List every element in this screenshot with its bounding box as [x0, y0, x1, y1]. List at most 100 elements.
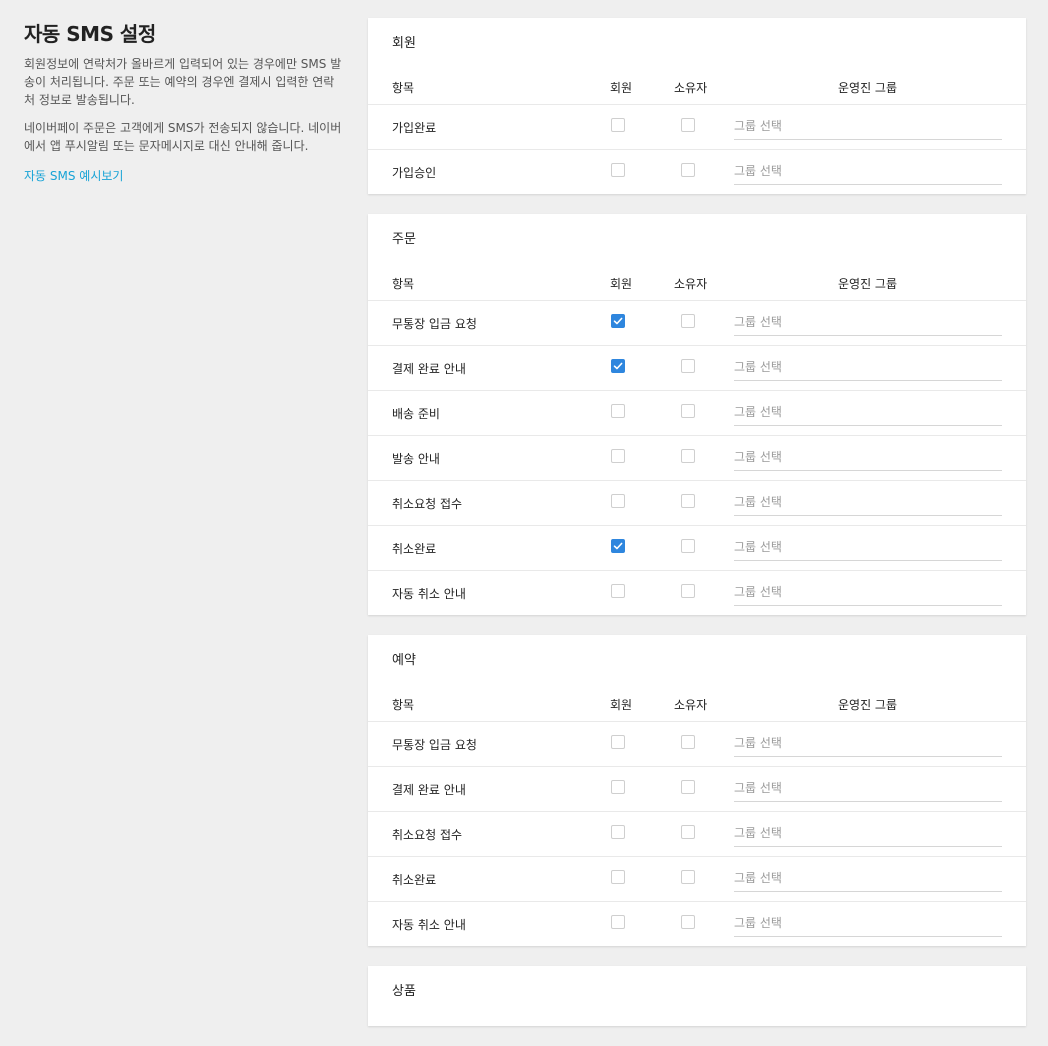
owner-checkbox[interactable] — [681, 359, 695, 373]
group-select[interactable]: 그룹 선택 — [734, 822, 1002, 847]
section-card: 주문 항목 회원 소유자 운영진 그룹 무통장 입금 요청 그룹 선택 결제 완료 안내 그룹 … — [368, 214, 1026, 615]
column-header-item: 항목 — [392, 81, 415, 95]
owner-checkbox[interactable] — [681, 870, 695, 884]
table-row: 취소요청 접수 그룹 선택 — [368, 812, 1026, 857]
description-contact: 회원정보에 연락처가 올바르게 입력되어 있는 경우에만 SMS 발송이 처리됩… — [24, 57, 342, 107]
member-checkbox[interactable] — [611, 780, 625, 794]
owner-checkbox[interactable] — [681, 404, 695, 418]
table-header: 항목 회원 소유자 운영진 그룹 — [368, 260, 1026, 301]
left-panel: 자동 SMS 설정 회원정보에 연락처가 올바르게 입력되어 있는 경우에만 S… — [24, 18, 344, 184]
owner-checkbox[interactable] — [681, 915, 695, 929]
row-label: 자동 취소 안내 — [392, 587, 466, 601]
group-select[interactable]: 그룹 선택 — [734, 356, 1002, 381]
row-label: 발송 안내 — [392, 452, 440, 466]
group-select[interactable]: 그룹 선택 — [734, 732, 1002, 757]
row-label: 취소완료 — [392, 873, 437, 887]
column-header-member: 회원 — [610, 698, 633, 712]
section-card: 회원 항목 회원 소유자 운영진 그룹 가입완료 그룹 선택 가입승인 그룹 선택 — [368, 18, 1026, 194]
row-label: 결제 완료 안내 — [392, 783, 466, 797]
table-row: 가입승인 그룹 선택 — [368, 150, 1026, 194]
row-label: 배송 준비 — [392, 407, 440, 421]
group-select[interactable]: 그룹 선택 — [734, 536, 1002, 561]
member-checkbox[interactable] — [611, 735, 625, 749]
section-card: 상품 — [368, 966, 1026, 1026]
description-naverpay: 네이버페이 주문은 고객에게 SMS가 전송되지 않습니다. 네이버에서 앱 푸… — [24, 121, 342, 153]
owner-checkbox[interactable] — [681, 449, 695, 463]
group-select[interactable]: 그룹 선택 — [734, 160, 1002, 185]
member-checkbox[interactable] — [611, 539, 625, 553]
owner-checkbox[interactable] — [681, 780, 695, 794]
row-label: 취소요청 접수 — [392, 497, 463, 511]
owner-checkbox[interactable] — [681, 494, 695, 508]
group-select[interactable]: 그룹 선택 — [734, 867, 1002, 892]
table-row: 자동 취소 안내 그룹 선택 — [368, 902, 1026, 946]
member-checkbox[interactable] — [611, 584, 625, 598]
table-row: 발송 안내 그룹 선택 — [368, 436, 1026, 481]
member-checkbox[interactable] — [611, 915, 625, 929]
owner-checkbox[interactable] — [681, 735, 695, 749]
row-label: 무통장 입금 요청 — [392, 738, 477, 752]
section-title: 회원 — [392, 36, 416, 51]
group-select[interactable]: 그룹 선택 — [734, 912, 1002, 937]
group-select[interactable]: 그룹 선택 — [734, 581, 1002, 606]
member-checkbox[interactable] — [611, 118, 625, 132]
group-select[interactable]: 그룹 선택 — [734, 446, 1002, 471]
owner-checkbox[interactable] — [681, 118, 695, 132]
table-row: 결제 완료 안내 그룹 선택 — [368, 767, 1026, 812]
section-card: 예약 항목 회원 소유자 운영진 그룹 무통장 입금 요청 그룹 선택 결제 완료 안내 그룹 … — [368, 635, 1026, 946]
section-title: 주문 — [392, 232, 416, 247]
row-label: 취소요청 접수 — [392, 828, 463, 842]
member-checkbox[interactable] — [611, 870, 625, 884]
table-row: 취소완료 그룹 선택 — [368, 526, 1026, 571]
table-header: 항목 회원 소유자 운영진 그룹 — [368, 64, 1026, 105]
table-row: 무통장 입금 요청 그룹 선택 — [368, 722, 1026, 767]
column-header-group: 운영진 그룹 — [838, 277, 898, 291]
group-select[interactable]: 그룹 선택 — [734, 115, 1002, 140]
table-header: 항목 회원 소유자 운영진 그룹 — [368, 681, 1026, 722]
member-checkbox[interactable] — [611, 404, 625, 418]
table-row: 결제 완료 안내 그룹 선택 — [368, 346, 1026, 391]
check-icon — [613, 542, 623, 550]
table-row: 무통장 입금 요청 그룹 선택 — [368, 301, 1026, 346]
section-title: 상품 — [392, 984, 416, 999]
row-label: 자동 취소 안내 — [392, 918, 466, 932]
owner-checkbox[interactable] — [681, 825, 695, 839]
owner-checkbox[interactable] — [681, 314, 695, 328]
check-icon — [613, 317, 623, 325]
column-header-owner: 소유자 — [674, 277, 708, 291]
column-header-item: 항목 — [392, 698, 415, 712]
row-label: 가입승인 — [392, 166, 437, 180]
member-checkbox[interactable] — [611, 825, 625, 839]
page-title: 자동 SMS 설정 — [24, 22, 156, 46]
member-checkbox[interactable] — [611, 163, 625, 177]
table-row: 취소완료 그룹 선택 — [368, 857, 1026, 902]
member-checkbox[interactable] — [611, 449, 625, 463]
column-header-owner: 소유자 — [674, 81, 708, 95]
table-row: 가입완료 그룹 선택 — [368, 105, 1026, 150]
group-select[interactable]: 그룹 선택 — [734, 491, 1002, 516]
member-checkbox[interactable] — [611, 314, 625, 328]
owner-checkbox[interactable] — [681, 584, 695, 598]
group-select[interactable]: 그룹 선택 — [734, 401, 1002, 426]
table-row: 자동 취소 안내 그룹 선택 — [368, 571, 1026, 615]
column-header-owner: 소유자 — [674, 698, 708, 712]
row-label: 취소완료 — [392, 542, 437, 556]
table-row: 배송 준비 그룹 선택 — [368, 391, 1026, 436]
column-header-member: 회원 — [610, 277, 633, 291]
table-row: 취소요청 접수 그룹 선택 — [368, 481, 1026, 526]
sms-preview-link[interactable]: 자동 SMS 예시보기 — [24, 167, 123, 184]
settings-panel: 회원 항목 회원 소유자 운영진 그룹 가입완료 그룹 선택 가입승인 그룹 선택 주문 항목 회원 소… — [368, 18, 1026, 1046]
row-label: 결제 완료 안내 — [392, 362, 466, 376]
member-checkbox[interactable] — [611, 359, 625, 373]
row-label: 무통장 입금 요청 — [392, 317, 477, 331]
column-header-group: 운영진 그룹 — [838, 698, 898, 712]
owner-checkbox[interactable] — [681, 163, 695, 177]
group-select[interactable]: 그룹 선택 — [734, 311, 1002, 336]
member-checkbox[interactable] — [611, 494, 625, 508]
section-title: 예약 — [392, 653, 416, 668]
group-select[interactable]: 그룹 선택 — [734, 777, 1002, 802]
column-header-item: 항목 — [392, 277, 415, 291]
owner-checkbox[interactable] — [681, 539, 695, 553]
row-label: 가입완료 — [392, 121, 437, 135]
column-header-group: 운영진 그룹 — [838, 81, 898, 95]
